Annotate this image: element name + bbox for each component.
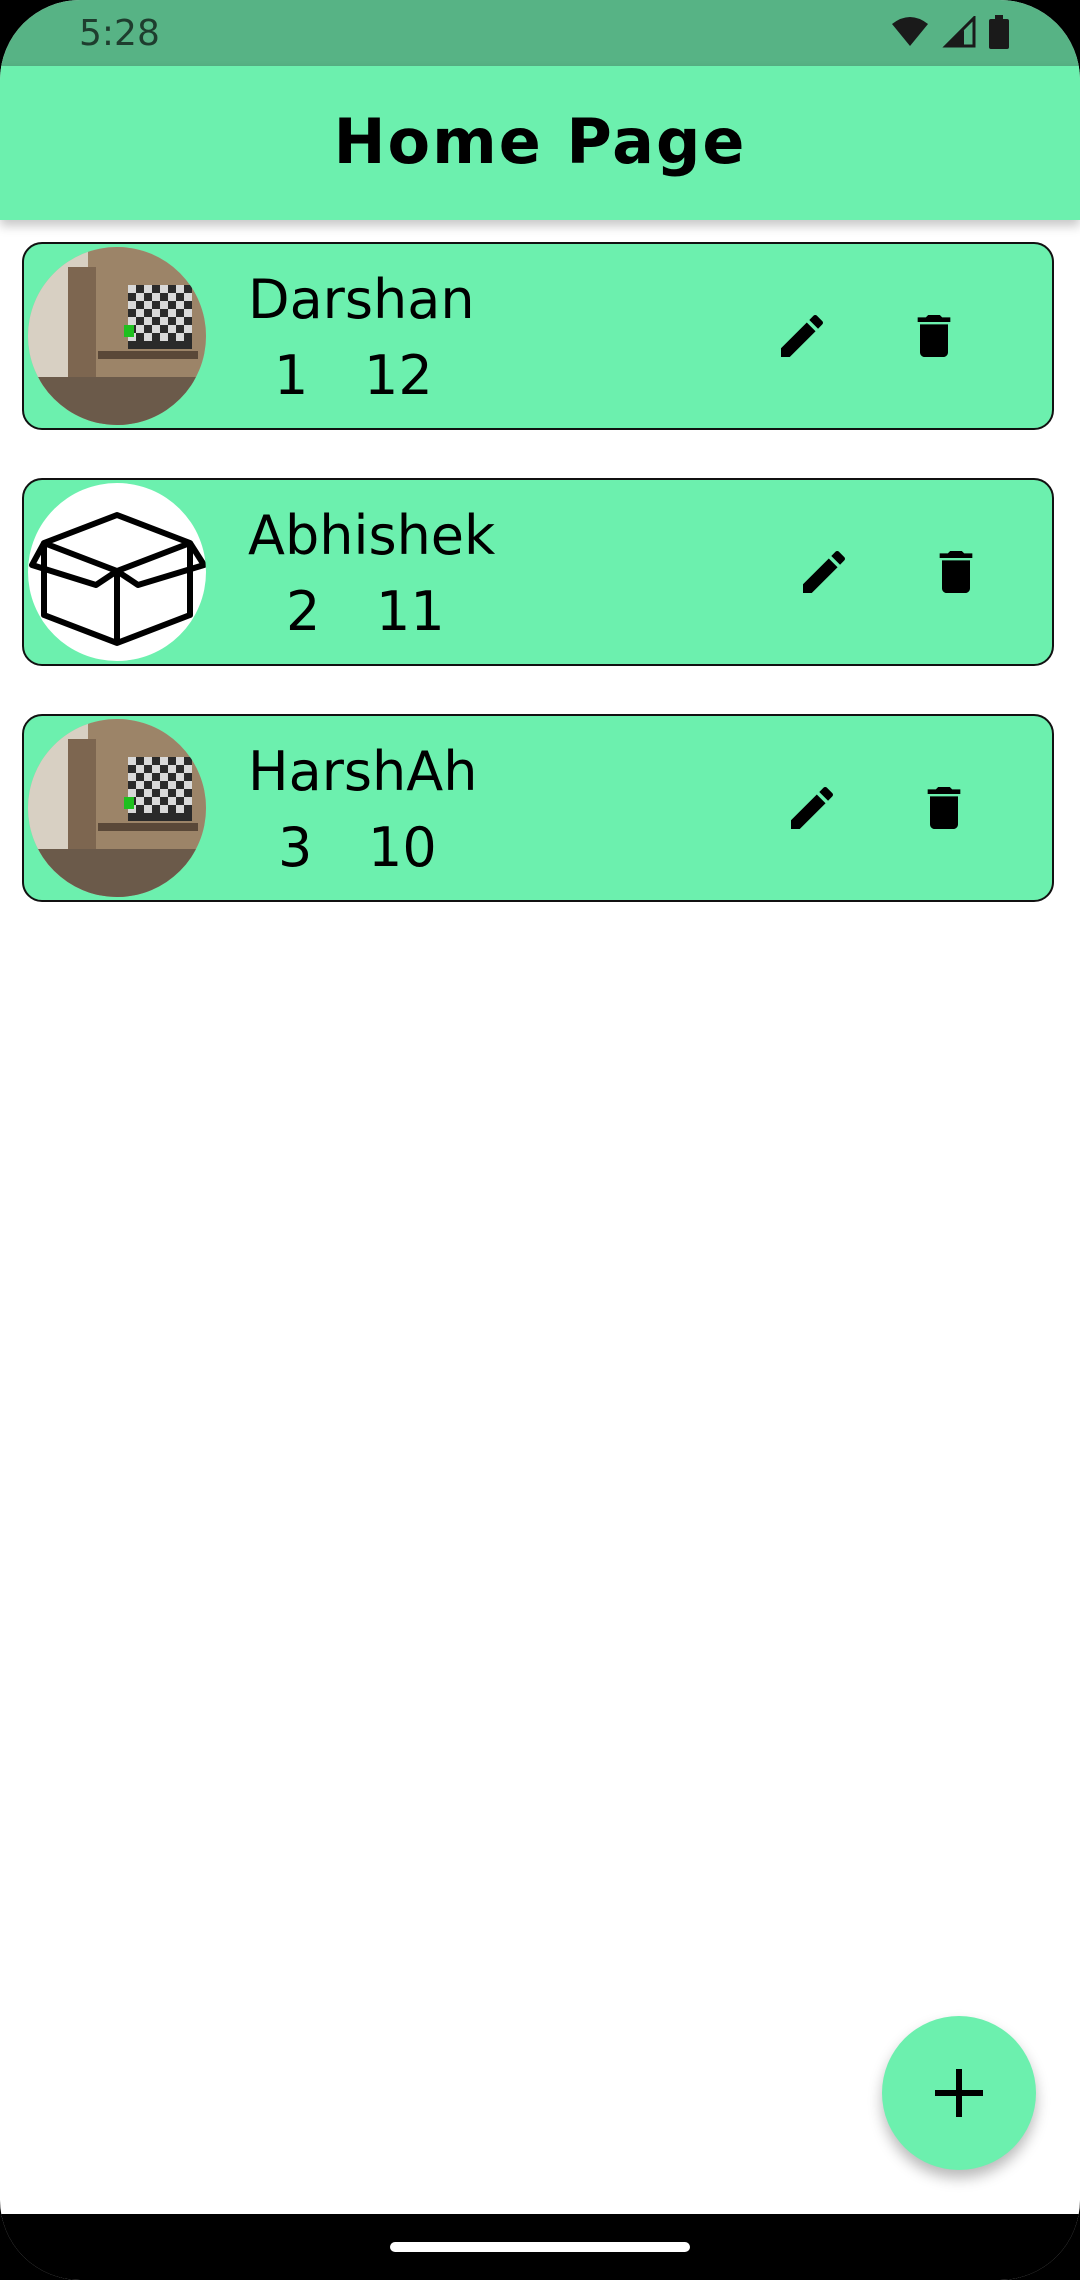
battery-icon	[988, 15, 1010, 53]
room-photo	[28, 247, 206, 425]
edit-button[interactable]	[770, 304, 834, 368]
pencil-icon	[781, 314, 824, 357]
item-name: Abhishek	[248, 504, 496, 567]
trash-icon	[927, 787, 961, 829]
box-icon	[29, 512, 206, 646]
avatar	[28, 719, 206, 897]
list-item[interactable]: Abhishek 2 11	[22, 478, 1054, 666]
edit-button[interactable]	[792, 540, 856, 604]
avatar	[28, 483, 206, 661]
navigation-bar	[0, 2214, 1080, 2280]
pencil-icon	[803, 550, 846, 593]
screen: 5:28 Home Page Darshan 1 12 Abhishek 2 1…	[0, 0, 1080, 2280]
item-number: 2	[286, 580, 321, 643]
delete-button[interactable]	[902, 304, 966, 368]
item-count: 11	[376, 580, 445, 643]
room-photo	[28, 719, 206, 897]
app-bar: Home Page	[0, 66, 1080, 220]
delete-button[interactable]	[924, 540, 988, 604]
wifi-icon	[890, 16, 930, 52]
item-name: Darshan	[248, 268, 475, 331]
home-indicator[interactable]	[390, 2242, 690, 2252]
status-bar: 5:28	[0, 0, 1080, 66]
edit-button[interactable]	[780, 776, 844, 840]
status-time: 5:28	[79, 13, 160, 54]
avatar	[28, 247, 206, 425]
signal-icon	[942, 14, 976, 52]
list-item[interactable]: HarshAh 3 10	[22, 714, 1054, 902]
trash-icon	[939, 551, 973, 593]
delete-button[interactable]	[912, 776, 976, 840]
item-name: HarshAh	[248, 740, 478, 803]
list-item[interactable]: Darshan 1 12	[22, 242, 1054, 430]
pencil-icon	[791, 786, 834, 829]
trash-icon	[917, 315, 951, 357]
plus-icon	[935, 2069, 983, 2117]
status-icons	[890, 14, 1010, 53]
item-number: 3	[278, 816, 313, 879]
page-title: Home Page	[333, 105, 747, 178]
item-number: 1	[274, 344, 309, 407]
item-count: 10	[368, 816, 437, 879]
add-item-button[interactable]	[882, 2016, 1036, 2170]
item-count: 12	[364, 344, 433, 407]
